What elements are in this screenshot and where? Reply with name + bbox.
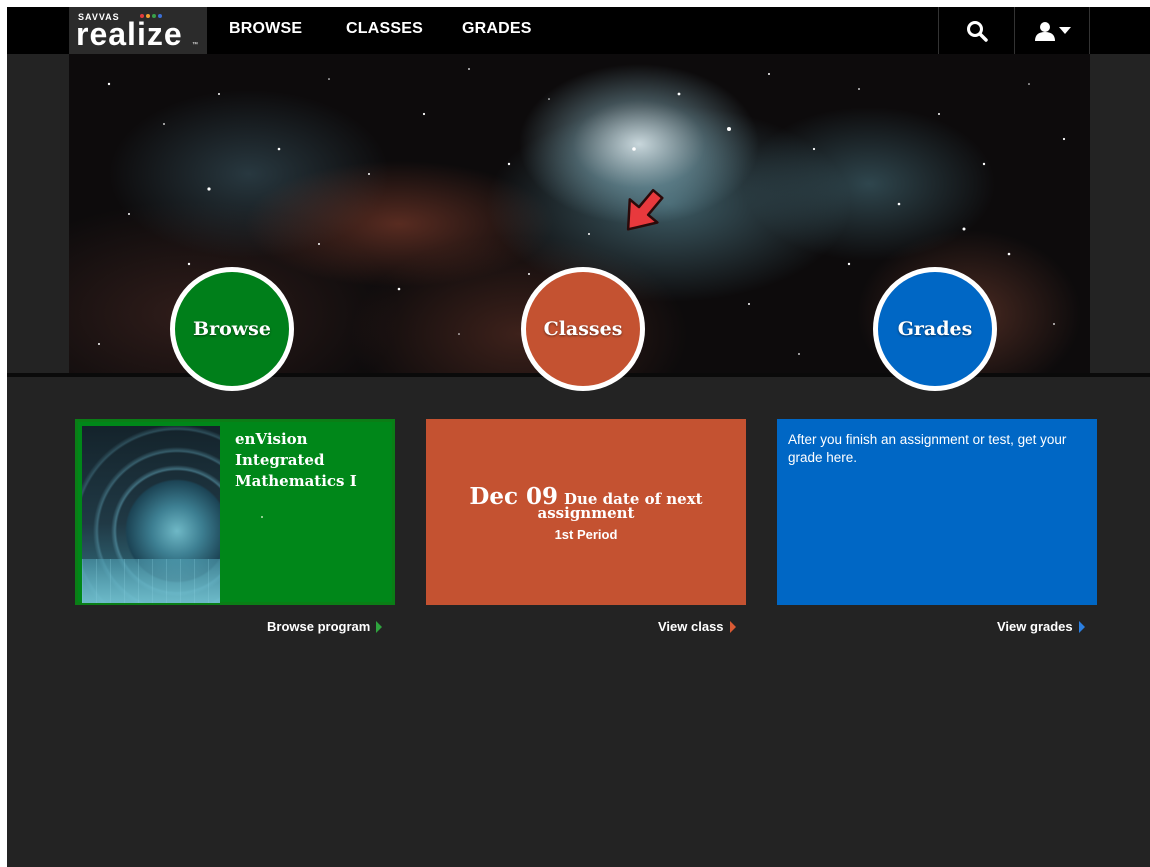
grades-card[interactable]: After you finish an assignment or test, … [777,419,1097,605]
nav-divider [1089,7,1090,54]
arrow-right-icon [376,620,383,633]
browse-circle-button[interactable]: Browse [170,267,294,391]
red-arrow-icon [626,188,664,231]
view-grades-link[interactable]: View grades [997,619,1085,634]
grades-circle-button[interactable]: Grades [873,267,997,391]
next-assignment-info: Dec 09 Due date of next assignment 1st Pe… [426,483,746,542]
caret-down-icon [1058,26,1071,34]
nav-browse[interactable]: BROWSE [229,20,302,38]
savvas-realize-logo[interactable]: SAVVAS realize ™ [69,7,207,54]
nav-grades[interactable]: GRADES [462,20,532,38]
logo-brand-big: realize [76,16,183,52]
class-assignment-card[interactable]: Dec 09 Due date of next assignment 1st Pe… [426,419,746,605]
arrow-right-icon [1078,620,1085,633]
app-window: SAVVAS realize ™ BROWSE CLASSES GRADES B… [7,7,1150,867]
search-button[interactable] [939,7,1014,54]
classes-circle-button[interactable]: Classes [521,267,645,391]
program-cover-image [82,426,220,603]
arrow-right-icon [729,620,736,633]
browse-program-link[interactable]: Browse program [267,619,383,634]
user-menu-button[interactable] [1015,7,1089,54]
logo-trademark: ™ [192,42,198,48]
top-nav-bar: SAVVAS realize ™ BROWSE CLASSES GRADES [7,7,1150,54]
grades-message: After you finish an assignment or test, … [788,432,1067,465]
program-title: enVision Integrated Mathematics I [235,430,357,490]
nav-classes[interactable]: CLASSES [346,20,423,38]
search-icon [966,20,988,42]
class-period: 1st Period [554,527,618,542]
browse-program-card[interactable]: enVision Integrated Mathematics I [75,419,395,605]
view-class-link[interactable]: View class [658,619,736,634]
user-icon [1034,21,1055,41]
